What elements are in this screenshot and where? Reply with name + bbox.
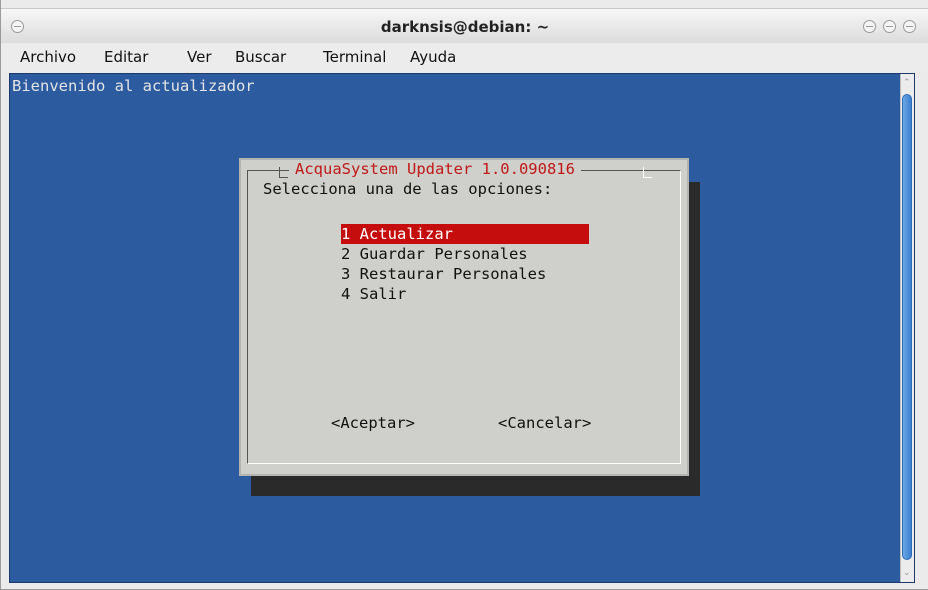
menu-terminal[interactable]: Terminal xyxy=(323,48,386,66)
vertical-scrollbar[interactable]: ⌃ ⌄ xyxy=(900,74,914,582)
accept-button[interactable]: <Aceptar> xyxy=(331,414,415,432)
updater-dialog: AcquaSystem Updater 1.0.090816 Seleccion… xyxy=(239,158,689,476)
menu-archivo[interactable]: Archivo xyxy=(20,48,76,66)
scroll-down-icon[interactable]: ⌄ xyxy=(903,568,911,578)
menu-bar: Archivo Editar Ver Buscar Terminal Ayuda xyxy=(1,44,928,72)
minimize-icon[interactable] xyxy=(863,20,876,33)
menu-editar[interactable]: Editar xyxy=(104,48,148,66)
window-title: darknsis@debian: ~ xyxy=(380,18,550,36)
title-left-bracket xyxy=(279,167,288,178)
dialog-title: AcquaSystem Updater 1.0.090816 xyxy=(289,160,581,178)
menu-ver[interactable]: Ver xyxy=(187,48,212,66)
scrollbar-thumb[interactable] xyxy=(902,94,912,560)
welcome-text: Bienvenido al actualizador xyxy=(12,77,255,95)
option-restaurar-personales[interactable]: 3 Restaurar Personales xyxy=(341,264,546,284)
maximize-icon[interactable] xyxy=(883,20,896,33)
option-salir[interactable]: 4 Salir xyxy=(341,284,406,304)
menu-buscar[interactable]: Buscar xyxy=(235,48,286,66)
option-actualizar[interactable]: 1 Actualizar xyxy=(341,224,589,244)
dialog-prompt: Selecciona una de las opciones: xyxy=(263,180,553,198)
dialog-frame xyxy=(247,170,681,464)
menu-ayuda[interactable]: Ayuda xyxy=(410,48,456,66)
close-icon[interactable] xyxy=(903,20,916,33)
scroll-up-icon[interactable]: ⌃ xyxy=(903,78,911,88)
terminal-window: darknsis@debian: ~ Archivo Editar Ver Bu… xyxy=(0,0,928,590)
option-guardar-personales[interactable]: 2 Guardar Personales xyxy=(341,244,528,264)
cancel-button[interactable]: <Cancelar> xyxy=(498,414,591,432)
title-bar[interactable]: darknsis@debian: ~ xyxy=(1,8,928,43)
terminal-area[interactable]: Bienvenido al actualizador AcquaSystem U… xyxy=(9,73,915,583)
title-right-bracket xyxy=(643,167,652,178)
